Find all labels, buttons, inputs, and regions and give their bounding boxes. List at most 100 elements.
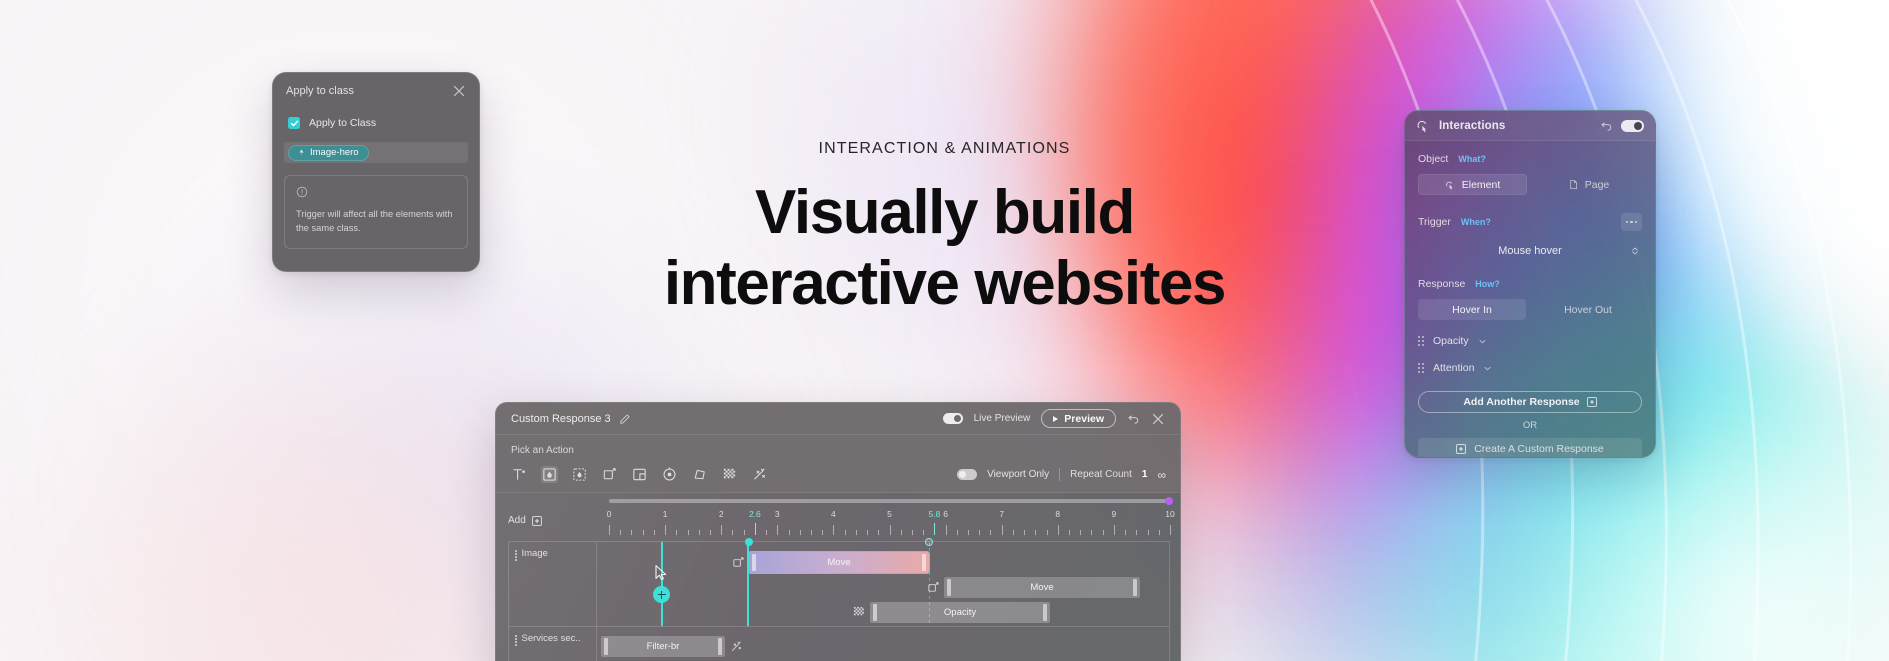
viewport-only-toggle[interactable] xyxy=(957,469,978,480)
response-hint-link[interactable]: How? xyxy=(1475,279,1500,289)
ruler-tick xyxy=(732,530,734,535)
ruler-tick xyxy=(956,530,958,535)
size-action-icon[interactable] xyxy=(631,466,648,483)
filter-action-icon xyxy=(731,641,741,651)
diamond-icon xyxy=(299,149,304,156)
object-hint-link[interactable]: What? xyxy=(1458,154,1486,164)
clip-resize-handle-right[interactable] xyxy=(1043,604,1047,621)
ruler-tick xyxy=(1001,525,1003,535)
object-option-page[interactable]: Page xyxy=(1535,174,1642,195)
interactions-icon xyxy=(1417,120,1427,133)
ruler-tick xyxy=(979,530,981,535)
checkbox-checked-icon[interactable] xyxy=(288,117,300,129)
property-row-attention[interactable]: Attention xyxy=(1418,362,1642,374)
ruler-tick xyxy=(878,530,880,535)
response-label: Response xyxy=(1418,278,1466,290)
create-custom-response-button[interactable]: Create A Custom Response xyxy=(1418,438,1642,457)
filter-action-icon[interactable] xyxy=(751,466,768,483)
move-action-icon xyxy=(733,557,744,567)
ruler-tick xyxy=(822,530,824,535)
or-divider-label: OR xyxy=(1522,420,1538,431)
undo-icon[interactable] xyxy=(1600,119,1613,132)
keyframe-marker-ring[interactable] xyxy=(925,538,933,546)
drag-handle-icon[interactable] xyxy=(1418,336,1424,346)
pencil-icon[interactable] xyxy=(619,413,631,425)
clip-resize-handle-left[interactable] xyxy=(752,554,756,571)
playhead-secondary[interactable] xyxy=(661,542,663,626)
class-tag-bar: Image-hero xyxy=(284,142,468,163)
apply-to-class-panel: Apply to class Apply to Class Image-hero… xyxy=(272,72,480,272)
preview-button[interactable]: Preview xyxy=(1041,409,1116,428)
timeline-ruler[interactable]: 0 1 2 3 4 5 6 7 8 9 10 2.6 5.8 xyxy=(607,509,1175,535)
property-row-opacity[interactable]: Opacity xyxy=(1418,335,1642,347)
skew-action-icon[interactable] xyxy=(691,466,708,483)
text-action-icon[interactable] xyxy=(511,466,528,483)
scrub-handle[interactable] xyxy=(1165,497,1173,505)
object-option-element[interactable]: Element xyxy=(1418,174,1527,195)
add-another-response-label: Add Another Response xyxy=(1463,396,1580,408)
ruler-tick xyxy=(1147,530,1149,535)
clip-opacity[interactable]: Opacity xyxy=(870,602,1050,623)
live-preview-toggle[interactable] xyxy=(942,413,963,424)
clip-resize-handle-right[interactable] xyxy=(718,638,722,655)
scale-action-icon[interactable] xyxy=(571,466,588,483)
clip-resize-handle-left[interactable] xyxy=(604,638,608,655)
track-name-services[interactable]: Services sec.. xyxy=(509,627,596,661)
ruler-tick xyxy=(867,530,869,535)
chevron-down-icon[interactable] xyxy=(1478,337,1487,346)
track-name-column: Image Services sec.. xyxy=(508,541,596,661)
add-another-response-button[interactable]: Add Another Response xyxy=(1418,391,1642,413)
track-name-image[interactable]: Image xyxy=(509,542,596,627)
object-row-label: Object What? xyxy=(1418,153,1642,165)
ruler-tick xyxy=(799,530,801,535)
property-opacity-label: Opacity xyxy=(1433,335,1469,347)
clip-resize-handle-left[interactable] xyxy=(873,604,877,621)
apply-to-class-checkbox-row[interactable]: Apply to Class xyxy=(273,98,479,129)
checkbox-label: Apply to Class xyxy=(309,117,377,129)
drag-handle-icon[interactable] xyxy=(515,633,517,646)
clip-resize-handle-right[interactable] xyxy=(922,554,926,571)
close-icon[interactable] xyxy=(1151,412,1165,426)
plus-box-icon xyxy=(1456,444,1467,454)
track-clip-area: Move Move Opacity Filter-br xyxy=(596,538,1170,661)
ruler-tick xyxy=(698,530,700,535)
ruler-tick xyxy=(788,530,790,535)
opacity-action-icon[interactable] xyxy=(721,466,738,483)
move-action-icon[interactable] xyxy=(541,466,558,483)
class-tag-pill[interactable]: Image-hero xyxy=(288,144,369,161)
clip-move-1[interactable]: Move xyxy=(748,551,930,574)
response-tab-hover-in[interactable]: Hover In xyxy=(1418,299,1526,320)
create-custom-response-label: Create A Custom Response xyxy=(1474,443,1604,455)
keyframe-marker-filled[interactable] xyxy=(745,538,753,546)
chevron-down-icon[interactable] xyxy=(1483,364,1492,373)
clip-filter[interactable]: Filter-br xyxy=(601,636,725,657)
clip-resize-handle-left[interactable] xyxy=(947,579,951,596)
cursor-arrow-icon xyxy=(655,565,667,581)
object-option-element-label: Element xyxy=(1461,178,1501,191)
clip-resize-handle-right[interactable] xyxy=(1133,579,1137,596)
interactions-enable-toggle[interactable] xyxy=(1621,119,1644,132)
plus-box-icon xyxy=(1586,397,1597,407)
close-icon[interactable] xyxy=(452,84,466,98)
add-track-button[interactable]: Add xyxy=(508,515,542,526)
drag-handle-icon[interactable] xyxy=(1418,363,1424,373)
interactions-body: Object What? Element Page Trigger When? … xyxy=(1405,141,1655,374)
more-options-icon[interactable] xyxy=(1621,213,1642,231)
ruler-keyframe-label: 5.8 xyxy=(928,509,941,519)
spin-action-icon[interactable] xyxy=(661,466,678,483)
undo-icon[interactable] xyxy=(1127,412,1140,425)
infinity-icon[interactable]: ∞ xyxy=(1157,468,1166,482)
move-action-icon xyxy=(928,582,939,592)
drag-handle-icon[interactable] xyxy=(515,548,517,561)
repeat-count-value[interactable]: 1 xyxy=(1142,469,1148,480)
ruler-tick xyxy=(709,530,711,535)
trigger-hint-link[interactable]: When? xyxy=(1461,217,1491,227)
cursor-element-icon xyxy=(1446,181,1453,190)
rotate-action-icon[interactable] xyxy=(601,466,618,483)
add-keyframe-button[interactable] xyxy=(653,586,670,603)
clip-move-2[interactable]: Move xyxy=(944,577,1140,598)
trigger-select[interactable]: Mouse hover xyxy=(1418,240,1642,262)
timeline-scrollbar[interactable] xyxy=(609,497,1173,505)
ruler-tick xyxy=(1012,530,1014,535)
response-tab-hover-out[interactable]: Hover Out xyxy=(1534,299,1642,320)
